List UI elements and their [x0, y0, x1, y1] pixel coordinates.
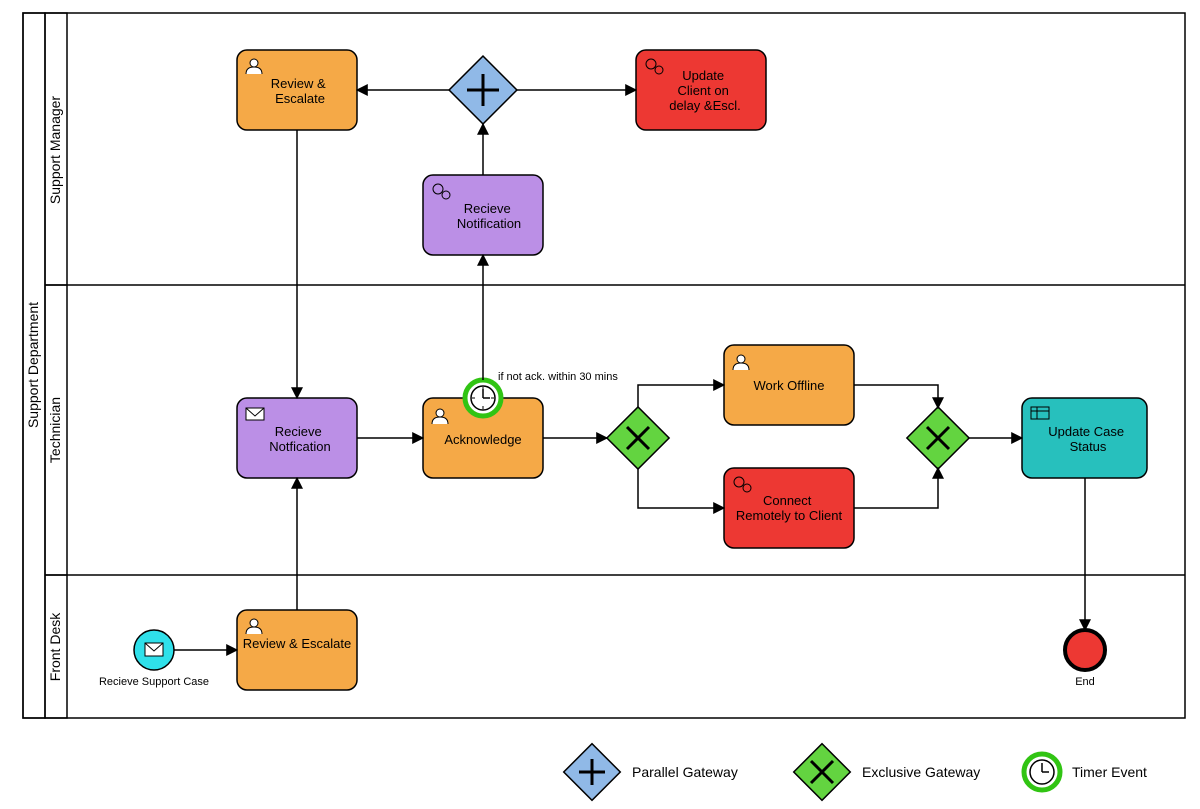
task-label: Review & Escalate [243, 636, 351, 651]
lane-label-frontdesk: Front Desk [47, 612, 63, 681]
bpmn-diagram: Support Department Support Manager Techn… [0, 0, 1200, 809]
task-update-client[interactable]: Update Client on delay &Escl. [636, 50, 766, 130]
pool-border [23, 13, 1185, 718]
task-label: Acknowledge [444, 432, 521, 447]
task-work-offline[interactable]: Work Offline [724, 345, 854, 425]
task-label: Recieve Notification [457, 201, 521, 231]
task-update-case-status[interactable]: Update Case Status [1022, 398, 1147, 478]
lane-label-manager: Support Manager [47, 96, 63, 205]
legend: Parallel Gateway Exclusive Gateway Timer… [564, 744, 1147, 801]
task-review-escalate-manager[interactable]: Review & Escalate [237, 50, 357, 130]
task-receive-notification-tech[interactable]: Recieve Notfication [237, 398, 357, 478]
task-label: Work Offline [753, 378, 824, 393]
task-label: Review & Escalate [271, 76, 330, 106]
start-event[interactable] [134, 630, 174, 670]
exclusive-gateway-merge[interactable] [907, 407, 969, 469]
parallel-gateway[interactable] [449, 56, 517, 124]
lane-label-technician: Technician [47, 397, 63, 463]
start-event-label: Recieve Support Case [99, 676, 209, 688]
task-connect-remotely[interactable]: Connect Remotely to Client [724, 468, 854, 548]
pool-title: Support Department [25, 302, 41, 428]
end-event[interactable] [1065, 630, 1105, 670]
end-event-label: End [1075, 676, 1095, 688]
legend-parallel-label: Parallel Gateway [632, 764, 738, 780]
timer-boundary-event[interactable] [465, 380, 501, 416]
legend-timer-label: Timer Event [1072, 764, 1147, 780]
task-review-escalate-frontdesk[interactable]: Review & Escalate [237, 610, 357, 690]
timer-label: if not ack. within 30 mins [498, 371, 618, 383]
task-label: Recieve Notfication [269, 424, 330, 454]
task-receive-notification-manager[interactable]: Recieve Notification [423, 175, 543, 255]
sequence-flows [174, 90, 1085, 650]
envelope-icon [246, 408, 264, 420]
legend-exclusive-label: Exclusive Gateway [862, 764, 980, 780]
exclusive-gateway-split[interactable] [607, 407, 669, 469]
